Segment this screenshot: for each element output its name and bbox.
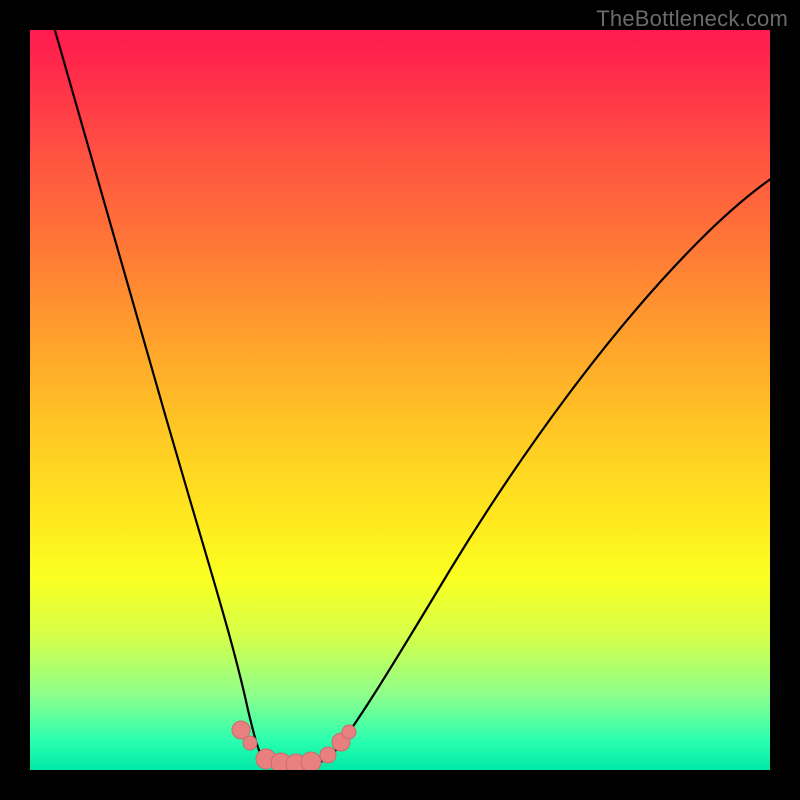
bottleneck-curve-svg	[30, 30, 770, 770]
valley-marker-group	[232, 721, 356, 770]
chart-plot-area	[30, 30, 770, 770]
valley-marker	[301, 752, 321, 770]
curve-right-branch	[330, 178, 770, 757]
valley-marker	[342, 725, 356, 739]
watermark-text: TheBottleneck.com	[596, 6, 788, 32]
valley-marker	[243, 736, 257, 750]
valley-marker	[320, 747, 336, 763]
curve-left-branch	[52, 30, 262, 757]
